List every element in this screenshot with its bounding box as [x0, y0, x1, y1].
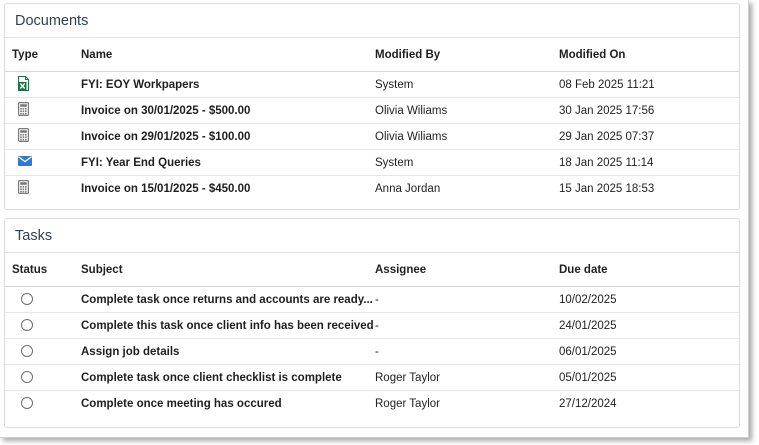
- task-assignee: Roger Taylor: [375, 364, 559, 391]
- task-due-date: 27/12/2024: [559, 397, 617, 410]
- tasks-panel: Tasks Status Subject Assignee Due date C…: [4, 218, 740, 428]
- task-subject[interactable]: Complete task once client checklist is c…: [81, 364, 375, 391]
- column-header-assignee[interactable]: Assignee: [375, 253, 559, 287]
- column-header-subject[interactable]: Subject: [81, 253, 375, 287]
- task-row[interactable]: Complete task once returns and accounts …: [5, 286, 739, 313]
- document-modified-on: 30 Jan 2025 17:56: [559, 97, 739, 124]
- calculator-icon: [18, 128, 30, 145]
- status-circle-icon[interactable]: [21, 397, 33, 410]
- document-row[interactable]: Invoice on 15/01/2025 - $450.00 Anna Jord…: [5, 176, 739, 202]
- documents-panel: Documents Type Name Modified By Modified…: [4, 3, 740, 210]
- document-row[interactable]: Invoice on 30/01/2025 - $500.00 Olivia Wi…: [5, 97, 739, 124]
- task-assignee: Roger Taylor: [375, 397, 440, 410]
- task-row[interactable]: Complete this task once client info has …: [5, 312, 739, 339]
- task-row[interactable]: Assign job details -06/01/2025: [5, 338, 739, 365]
- excel-icon: [18, 75, 29, 94]
- column-header-due-date[interactable]: Due date: [559, 253, 739, 287]
- tasks-table: Status Subject Assignee Due date Complet…: [5, 253, 739, 416]
- envelope-icon: [18, 156, 32, 169]
- column-header-name[interactable]: Name: [81, 38, 375, 72]
- tasks-panel-title: Tasks: [5, 219, 739, 253]
- document-name[interactable]: Invoice on 30/01/2025 - $500.00: [81, 97, 375, 124]
- task-due-date: 05/01/2025: [559, 364, 739, 391]
- task-due-date: 10/02/2025: [559, 286, 739, 313]
- document-modified-by: Olivia Wiliams: [375, 97, 559, 124]
- status-circle-icon[interactable]: [21, 371, 33, 384]
- column-header-type[interactable]: Type: [5, 38, 81, 72]
- task-due-date: 24/01/2025: [559, 312, 739, 339]
- documents-panel-title: Documents: [5, 4, 739, 38]
- status-circle-icon[interactable]: [21, 293, 33, 306]
- document-row[interactable]: Invoice on 29/01/2025 - $100.00 Olivia Wi…: [5, 123, 739, 150]
- task-subject[interactable]: Assign job details: [81, 338, 375, 365]
- calculator-icon: [18, 102, 30, 119]
- task-subject[interactable]: Complete this task once client info has …: [81, 312, 375, 339]
- column-header-modified-by[interactable]: Modified By: [375, 38, 559, 72]
- task-assignee: -: [375, 286, 559, 313]
- status-circle-icon[interactable]: [21, 319, 33, 332]
- column-header-status[interactable]: Status: [5, 253, 81, 287]
- document-modified-on: 15 Jan 2025 18:53: [559, 182, 655, 195]
- calculator-icon: [18, 180, 30, 197]
- task-row[interactable]: Complete once meeting has occured Roger T…: [5, 391, 739, 417]
- task-row[interactable]: Complete task once client checklist is c…: [5, 364, 739, 391]
- documents-table: Type Name Modified By Modified On FYI: E…: [5, 38, 739, 201]
- document-modified-by: Olivia Wiliams: [375, 123, 559, 150]
- document-name[interactable]: Invoice on 15/01/2025 - $450.00: [81, 176, 375, 202]
- task-subject[interactable]: Complete task once returns and accounts …: [81, 286, 375, 313]
- tasks-header-row: Status Subject Assignee Due date: [5, 253, 739, 287]
- document-modified-on: 29 Jan 2025 07:37: [559, 123, 739, 150]
- document-name[interactable]: Invoice on 29/01/2025 - $100.00: [81, 123, 375, 150]
- task-subject[interactable]: Complete once meeting has occured: [81, 391, 375, 417]
- document-modified-on: 08 Feb 2025 11:21: [559, 71, 739, 98]
- documents-header-row: Type Name Modified By Modified On: [5, 38, 739, 72]
- document-modified-by: Anna Jordan: [375, 182, 441, 195]
- document-modified-by: System: [375, 149, 559, 176]
- document-name[interactable]: FYI: EOY Workpapers: [81, 71, 375, 98]
- document-modified-by: System: [375, 71, 559, 98]
- document-name[interactable]: FYI: Year End Queries: [81, 149, 375, 176]
- status-circle-icon[interactable]: [21, 345, 33, 358]
- document-row[interactable]: FYI: EOY Workpapers System 08 Feb 2025 11:…: [5, 71, 739, 98]
- task-due-date: 06/01/2025: [559, 338, 739, 365]
- task-assignee: -: [375, 312, 559, 339]
- document-modified-on: 18 Jan 2025 11:14: [559, 149, 739, 176]
- column-header-modified-on[interactable]: Modified On: [559, 38, 739, 72]
- task-assignee: -: [375, 338, 559, 365]
- document-row[interactable]: FYI: Year End Queries System 18 Jan 2025 1…: [5, 149, 739, 176]
- screenshot-frame: Documents Type Name Modified By Modified…: [0, 0, 749, 438]
